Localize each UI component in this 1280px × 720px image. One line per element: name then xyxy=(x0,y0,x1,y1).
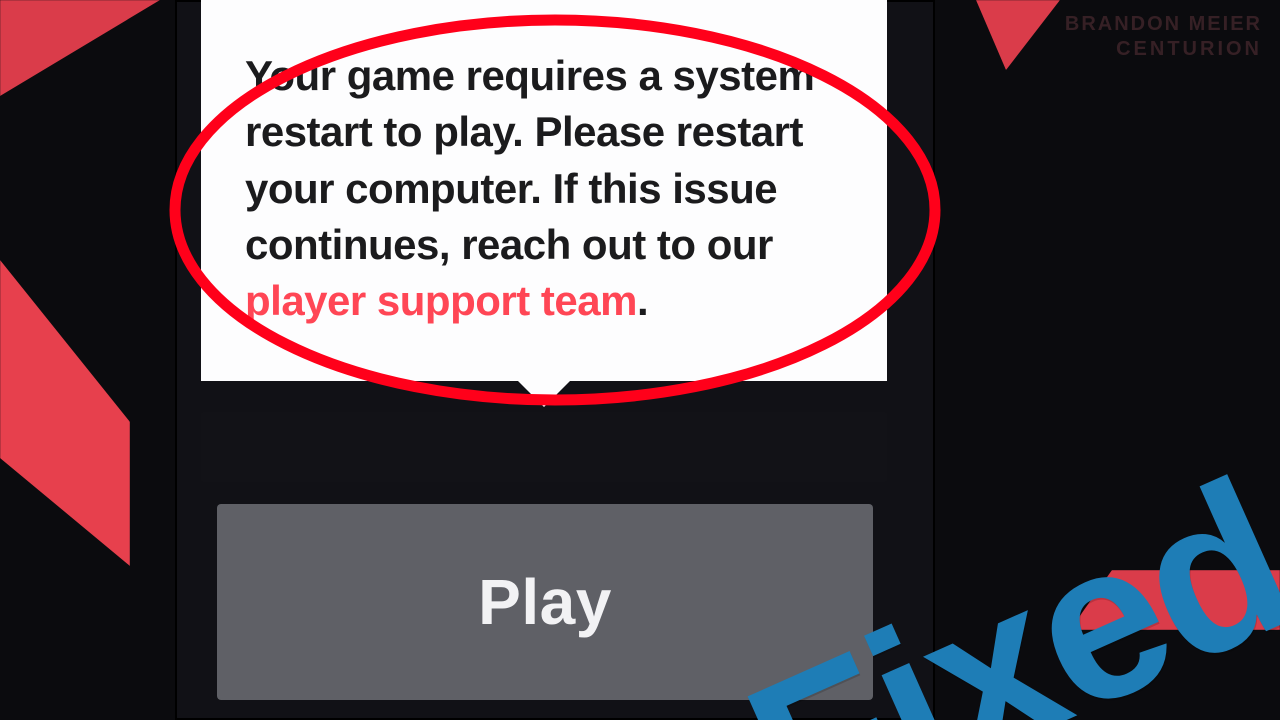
bg-accent-shape xyxy=(0,260,130,620)
error-tooltip-message-end: . xyxy=(637,277,648,324)
corner-player-title: CENTURION xyxy=(1065,37,1262,62)
bg-accent-shape xyxy=(0,0,160,160)
player-support-link[interactable]: player support team xyxy=(245,277,637,324)
launcher-subpanel xyxy=(201,412,887,482)
play-button-label: Play xyxy=(478,565,612,639)
corner-player-name: BRANDON MEIER xyxy=(1065,12,1262,37)
error-tooltip-text: Your game requires a system restart to p… xyxy=(245,48,843,329)
thumbnail-stage: BRANDON MEIER CENTURION Your game requir… xyxy=(0,0,1280,720)
error-tooltip: Your game requires a system restart to p… xyxy=(201,0,887,381)
tooltip-caret-icon xyxy=(516,379,572,407)
error-tooltip-message: Your game requires a system restart to p… xyxy=(245,52,814,268)
bg-accent-shape xyxy=(940,0,1060,70)
corner-player-label: BRANDON MEIER CENTURION xyxy=(1065,12,1262,62)
